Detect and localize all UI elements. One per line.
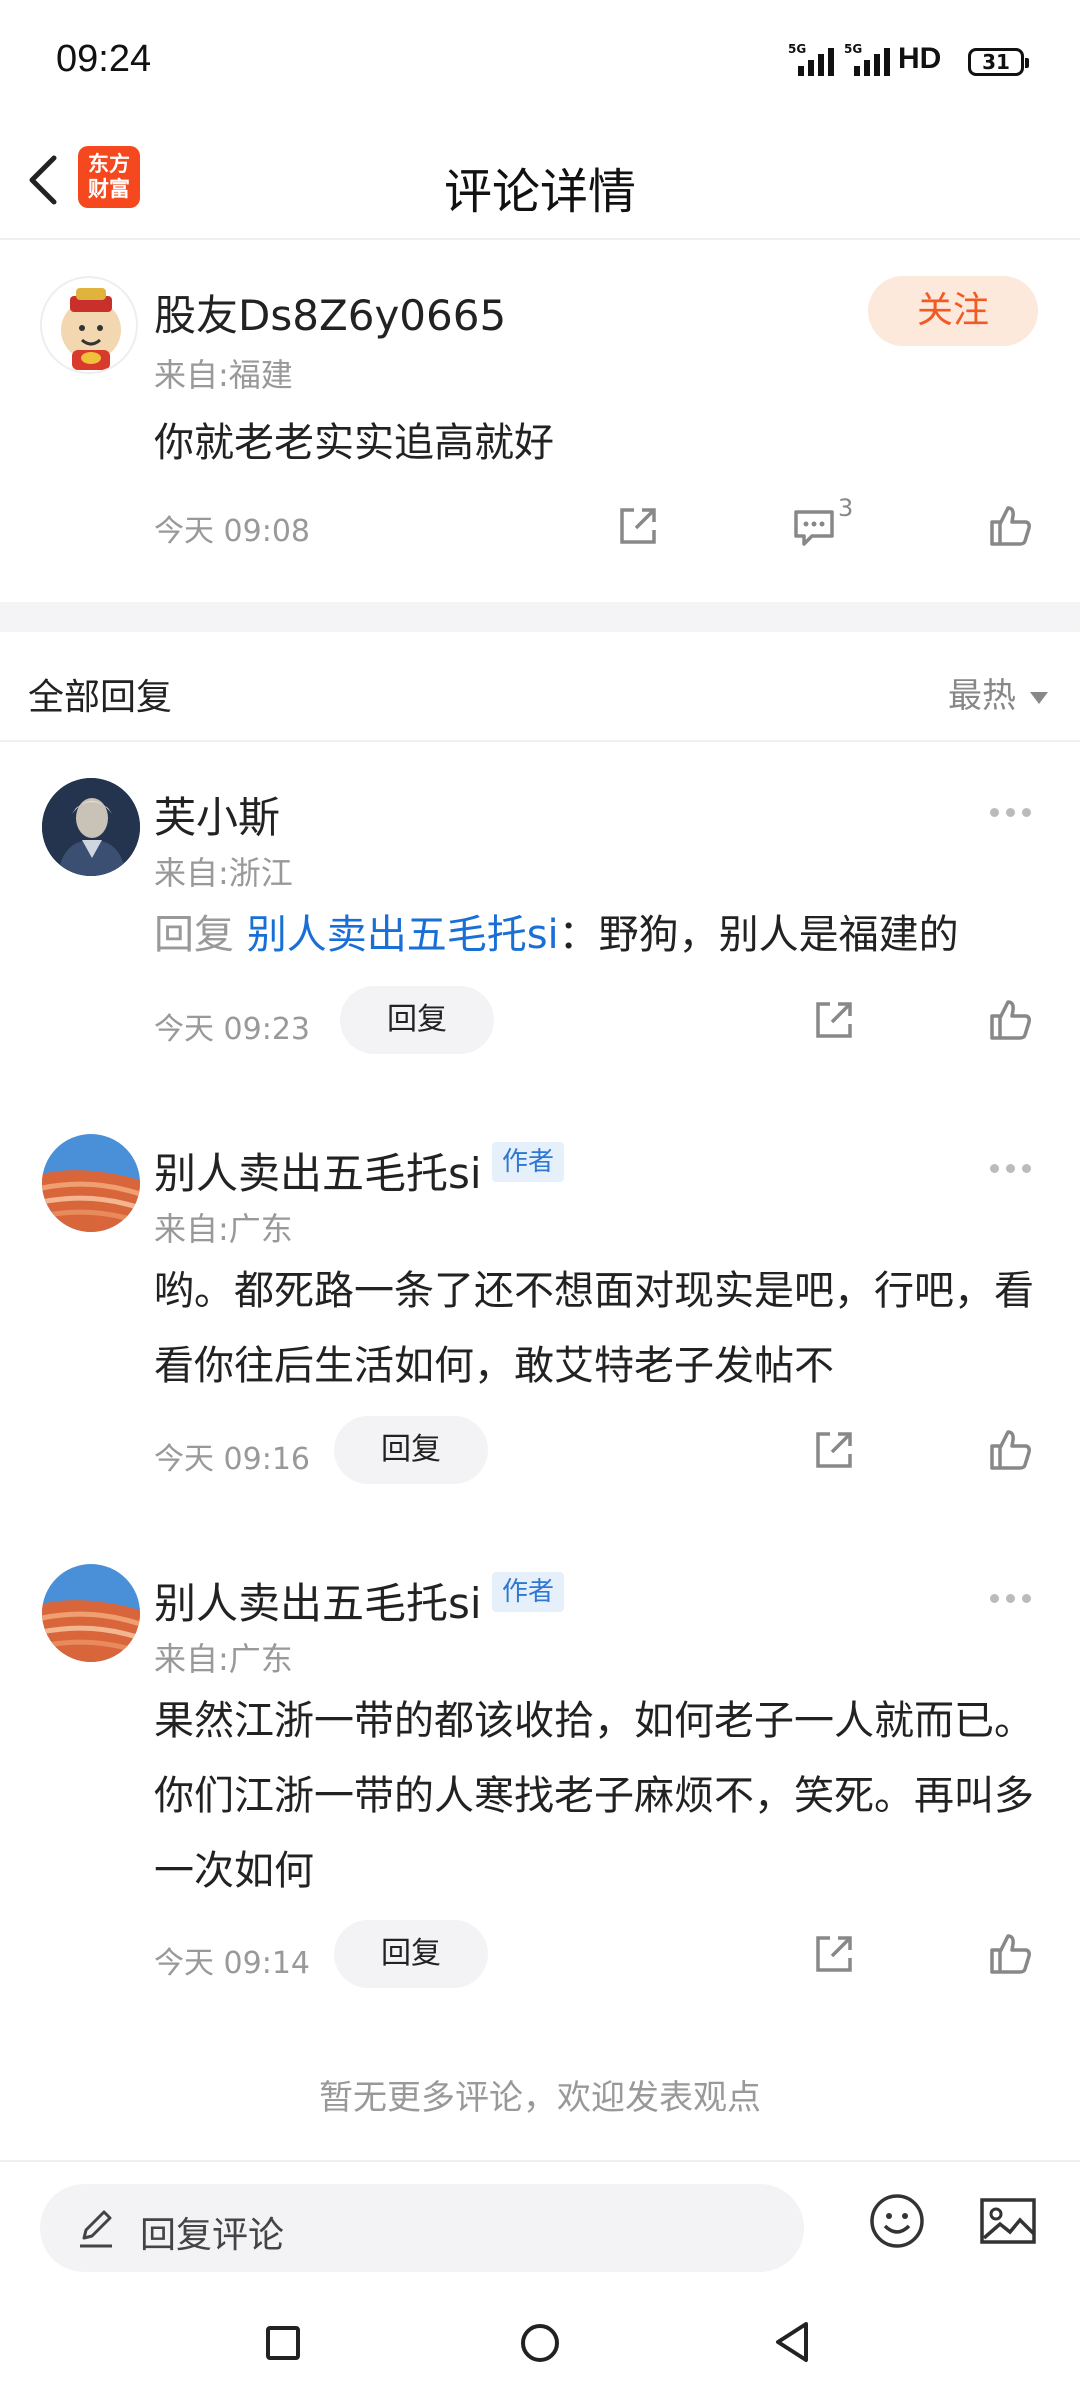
reply-item: 别人卖出五毛托si 作者 来自:广东 哟。都死路一条了还不想面对现实是吧，行吧，… bbox=[0, 1098, 1080, 1498]
reply-text: 果然江浙一带的都该收拾，如何老子一人就而已。你们江浙一带的人寒找老子麻烦不，笑死… bbox=[154, 1698, 1034, 1894]
location: 来自:浙江 bbox=[154, 854, 293, 892]
reply-text: 回复 别人卖出五毛托si：野狗，别人是福建的 bbox=[154, 912, 959, 958]
like-icon[interactable] bbox=[986, 502, 1034, 550]
comment-bar: 回复评论 bbox=[0, 2160, 1080, 2280]
reply-item: 芙小斯 来自:浙江 回复 别人卖出五毛托si：野狗，别人是福建的 今天 09:2… bbox=[0, 742, 1080, 1054]
battery-icon: 31 bbox=[968, 48, 1029, 76]
reply-button[interactable]: 回复 bbox=[334, 1416, 488, 1484]
share-icon[interactable] bbox=[614, 502, 662, 550]
recents-icon[interactable] bbox=[266, 2326, 300, 2360]
section-divider bbox=[0, 602, 1080, 632]
reply-button[interactable]: 回复 bbox=[340, 986, 494, 1054]
avatar[interactable] bbox=[42, 1134, 140, 1232]
avatar[interactable] bbox=[42, 1564, 140, 1662]
location: 来自:福建 bbox=[154, 356, 293, 394]
comment-time: 今天 09:08 bbox=[154, 514, 310, 549]
replies-header: 全部回复 最热 bbox=[0, 632, 1080, 742]
username[interactable]: 别人卖出五毛托si bbox=[154, 1140, 482, 1201]
status-bar: 09:24 5G 5G HD 31 bbox=[0, 0, 1080, 120]
reply-time: 今天 09:16 bbox=[154, 1442, 310, 1477]
username[interactable]: 股友Ds8Z6y0665 bbox=[154, 282, 506, 343]
pen-icon bbox=[76, 2206, 116, 2250]
back-nav-icon[interactable] bbox=[772, 2320, 812, 2364]
image-icon[interactable] bbox=[978, 2192, 1038, 2250]
reply-button[interactable]: 回复 bbox=[334, 1920, 488, 1988]
emoji-icon[interactable] bbox=[868, 2192, 926, 2250]
comment-icon[interactable] bbox=[790, 502, 838, 550]
more-icon[interactable] bbox=[990, 1594, 1040, 1606]
home-icon[interactable] bbox=[521, 2324, 559, 2362]
sort-dropdown[interactable]: 最热 bbox=[948, 668, 1048, 717]
no-more-comments: 暂无更多评论，欢迎发表观点 bbox=[319, 2078, 761, 2118]
share-icon[interactable] bbox=[810, 996, 858, 1044]
location: 来自:广东 bbox=[154, 1640, 293, 1678]
status-time: 09:24 bbox=[56, 38, 152, 80]
reply-item: 别人卖出五毛托si 作者 来自:广东 果然江浙一带的都该收拾，如何老子一人就而已… bbox=[0, 1528, 1080, 2008]
reply-text: 哟。都死路一条了还不想面对现实是吧，行吧，看看你往后生活如何，敢艾特老子发帖不 bbox=[154, 1268, 1034, 1389]
page-title: 评论详情 bbox=[443, 164, 636, 220]
reply-input[interactable]: 回复评论 bbox=[40, 2184, 804, 2272]
share-icon[interactable] bbox=[810, 1930, 858, 1978]
avatar[interactable] bbox=[42, 778, 140, 876]
header: 东方 财富 评论详情 bbox=[0, 120, 1080, 240]
more-icon[interactable] bbox=[990, 808, 1040, 820]
author-badge: 作者 bbox=[492, 1572, 565, 1612]
like-icon[interactable] bbox=[986, 1930, 1034, 1978]
author-badge: 作者 bbox=[492, 1142, 565, 1182]
like-icon[interactable] bbox=[986, 1426, 1034, 1474]
hd-indicator: HD bbox=[898, 42, 942, 75]
reply-input-placeholder: 回复评论 bbox=[140, 2215, 285, 2256]
share-icon[interactable] bbox=[810, 1426, 858, 1474]
system-nav-bar bbox=[0, 2280, 1080, 2400]
more-icon[interactable] bbox=[990, 1164, 1040, 1176]
reply-time: 今天 09:23 bbox=[154, 1012, 310, 1047]
reply-count: 3 bbox=[838, 494, 854, 522]
main-comment: 股友Ds8Z6y0665 来自:福建 关注 你就老老实实追高就好 今天 09:0… bbox=[0, 240, 1080, 602]
username[interactable]: 别人卖出五毛托si bbox=[154, 1570, 482, 1631]
triangle-down-icon bbox=[1030, 691, 1048, 704]
like-icon[interactable] bbox=[986, 996, 1034, 1044]
location: 来自:广东 bbox=[154, 1210, 293, 1248]
avatar[interactable] bbox=[40, 276, 138, 374]
reply-target-link[interactable]: 别人卖出五毛托si bbox=[247, 912, 559, 958]
reply-time: 今天 09:14 bbox=[154, 1946, 310, 1981]
follow-button[interactable]: 关注 bbox=[868, 276, 1038, 346]
all-replies-label: 全部回复 bbox=[28, 677, 173, 718]
username[interactable]: 芙小斯 bbox=[154, 784, 280, 845]
comment-text: 你就老老实实追高就好 bbox=[154, 420, 554, 466]
